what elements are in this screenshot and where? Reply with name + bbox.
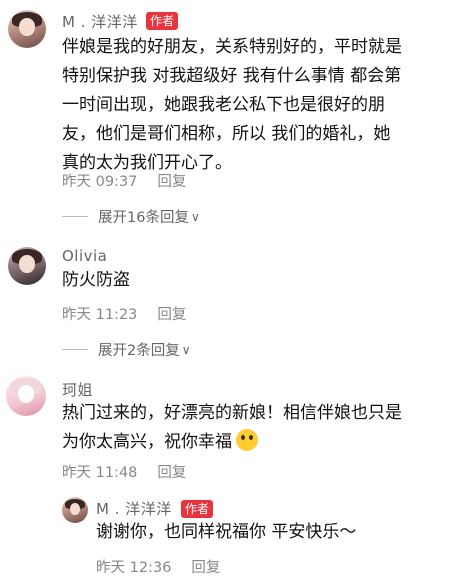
comment-author-name[interactable]: 珂姐 <box>62 379 93 400</box>
reply-author-name[interactable]: M . 洋洋洋 <box>96 498 172 519</box>
divider <box>62 216 88 217</box>
reply-button[interactable]: 回复 <box>157 307 186 323</box>
expand-replies-label: 展开16条回复 <box>98 210 189 226</box>
comment-line: 热门过来的，好漂亮的新娘！相信伴娘也只是 <box>62 403 402 423</box>
comment-time: 昨天 11:48 <box>62 465 138 481</box>
comment-line: 一时间出现，她跟我老公私下也是很好的朋 <box>62 95 385 115</box>
expand-replies-button[interactable]: 展开2条回复 ∨ <box>62 339 191 360</box>
user-avatar-icon[interactable] <box>8 10 46 48</box>
author-badge: 作者 <box>146 12 179 30</box>
comment-text: 防火防盗 <box>62 270 130 290</box>
comment-meta: 昨天 09:37 回复 <box>62 170 186 191</box>
comment-line: 友，他们是哥们相称，所以 我们的婚礼，她 <box>62 124 391 144</box>
comment-author-name[interactable]: Olivia <box>62 247 107 265</box>
comment-line: 特别保护我 对我超级好 我有什么事情 都会第 <box>62 66 402 86</box>
user-avatar-icon[interactable] <box>62 497 88 523</box>
reply-button[interactable]: 回复 <box>157 174 186 190</box>
heart-eyes-emoji-icon <box>236 429 258 451</box>
comment-line: 为你太高兴，祝你幸福 <box>62 428 258 457</box>
comment-time: 昨天 11:23 <box>62 307 138 323</box>
comment-author-name[interactable]: M . 洋洋洋 <box>62 11 138 32</box>
chevron-down-icon: ∨ <box>190 209 200 224</box>
user-avatar-icon[interactable] <box>8 247 46 285</box>
reply-text: 谢谢你，也同样祝福你 平安快乐～ <box>96 522 357 542</box>
expand-replies-label: 展开2条回复 <box>98 343 180 359</box>
comment-line: 伴娘是我的好朋友，关系特别好的，平时就是 <box>62 37 402 57</box>
user-avatar-icon[interactable] <box>6 376 46 416</box>
comment-meta: 昨天 11:48 回复 <box>62 461 186 482</box>
divider <box>62 349 88 350</box>
author-badge: 作者 <box>181 500 214 518</box>
expand-replies-button[interactable]: 展开16条回复 ∨ <box>62 206 200 227</box>
reply-button[interactable]: 回复 <box>157 465 186 481</box>
comment-meta: 昨天 11:23 回复 <box>62 303 186 324</box>
chevron-down-icon: ∨ <box>181 342 191 357</box>
comment-time: 昨天 09:37 <box>62 174 138 190</box>
